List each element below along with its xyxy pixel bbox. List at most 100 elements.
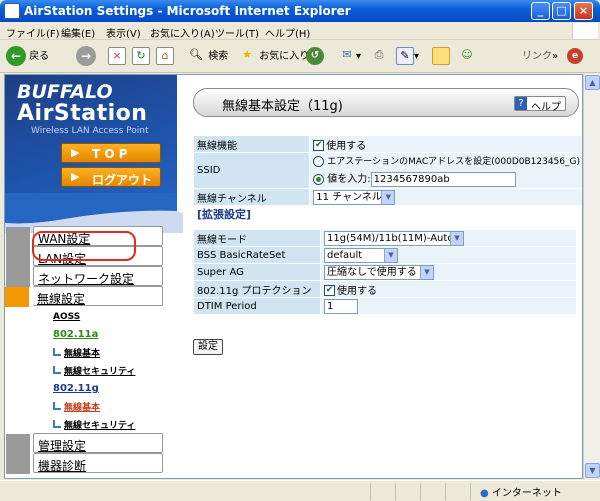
messenger-icon: ☺ (461, 48, 473, 61)
menu-marker-icon (6, 454, 30, 474)
history-icon: ↺ (306, 47, 324, 65)
window-title: AirStation Settings - Microsoft Internet… (24, 4, 351, 18)
maximize-button[interactable]: □ (552, 2, 571, 20)
logout-button[interactable]: ▶ ログアウト (61, 167, 161, 187)
messenger-button[interactable]: ☺ (458, 45, 476, 69)
forward-arrow-icon: → (76, 46, 96, 66)
wireless-func-label: 無線機能 (194, 136, 310, 152)
home-icon: ⌂ (156, 47, 174, 65)
ssid-input[interactable]: 1234567890ab (370, 171, 516, 187)
refresh-button[interactable]: ↻ (132, 45, 150, 69)
row-dtim: DTIM Period 1 (194, 298, 576, 314)
row-wireless-func: 無線機能 ✔ 使用する (194, 136, 582, 152)
superag-select[interactable]: 圧縮なしで使用する ▼ (324, 264, 434, 280)
ssid-value-radio[interactable] (313, 173, 325, 185)
menu-help[interactable]: ヘルプ(H) (265, 25, 310, 40)
back-button[interactable]: ← 戻る (6, 45, 49, 69)
stop-button[interactable]: × (108, 45, 126, 69)
ssid-label: SSID (194, 153, 310, 188)
submenu-80211a[interactable]: 802.11a (53, 329, 98, 340)
title-bar: AirStation Settings - Microsoft Internet… (0, 0, 600, 22)
menu-marker-icon (6, 267, 30, 287)
ssid-value-option: 値を入力: (327, 174, 371, 185)
channel-label: 無線チャンネル (194, 189, 310, 205)
submenu-80211g[interactable]: 802.11g (53, 383, 99, 394)
dtim-label: DTIM Period (194, 298, 320, 314)
superag-label: Super AG (194, 264, 320, 280)
set-button[interactable]: 設定 (193, 339, 223, 355)
vertical-scrollbar[interactable]: ▲ ▼ (583, 74, 600, 479)
menu-item-wireless[interactable]: 無線設定 (5, 286, 163, 307)
row-protection: 802.11g プロテクション ✔ 使用する (194, 281, 576, 297)
menu-item-admin[interactable]: 管理設定 (6, 433, 163, 454)
star-icon: ★ (242, 48, 252, 61)
channel-select[interactable]: 11 チャンネル ▼ (313, 189, 396, 205)
status-divider (370, 483, 371, 500)
extended-settings-table: 無線モード 11g(54M)/11b(11M)-Auto ▼ BSS BasicR… (193, 229, 577, 315)
menu-item-diag[interactable]: 機器診断 (6, 453, 163, 474)
status-divider (420, 483, 421, 500)
edit-button[interactable]: ✎ ▾ (396, 45, 419, 69)
close-button[interactable]: × (574, 2, 593, 20)
mail-icon: ✉ (342, 48, 352, 61)
dtim-input[interactable]: 1 (324, 298, 358, 314)
discuss-button[interactable] (432, 45, 450, 69)
highlight-circle (32, 231, 136, 261)
sidebar: BUFFALO AirStation Wireless LAN Access P… (5, 75, 183, 478)
row-ssid: SSID エアステーションのMACアドレスを設定(000D0B123456_G)… (194, 153, 582, 188)
help-button[interactable]: ? ヘルプ (514, 96, 566, 113)
protection-checkbox[interactable]: ✔ (324, 285, 335, 296)
top-button[interactable]: ▶ T O P (61, 143, 161, 163)
mode-select[interactable]: 11g(54M)/11b(11M)-Auto ▼ (324, 230, 464, 246)
menu-file[interactable]: ファイル(F) (6, 25, 60, 40)
submenu-a-basic[interactable]: 無線基本 (53, 346, 100, 359)
status-bar: ● インターネット (0, 480, 600, 501)
search-button[interactable]: 🔍︎ 検索 (187, 45, 228, 69)
submenu-g-security[interactable]: 無線セキュリティ (53, 418, 135, 431)
tree-branch-icon (53, 420, 61, 428)
submenu-aoss[interactable]: AOSS (53, 312, 80, 322)
mail-button[interactable]: ✉ ▾ (338, 45, 361, 69)
status-divider (445, 483, 446, 500)
toolbar: ← 戻る → × ↻ ⌂ 🔍︎ 検索 ★ お気に入り ↺ ✉ ▾ ⎙ ✎ ▾ ☺… (0, 41, 600, 73)
wireless-func-checkbox-label: 使用する (326, 140, 367, 152)
menu-item-network[interactable]: ネットワーク設定 (6, 266, 163, 287)
tree-branch-icon (53, 366, 61, 374)
chevron-down-icon: ▼ (450, 231, 463, 245)
toolbar-extra-button[interactable]: e (567, 45, 583, 69)
toolbar-overflow[interactable]: » (552, 45, 558, 69)
wireless-func-checkbox[interactable]: ✔ (313, 140, 325, 151)
favorites-button[interactable]: ★ お気に入り (238, 45, 309, 69)
menu-edit[interactable]: 編集(E) (61, 25, 95, 40)
print-icon: ⎙ (374, 48, 384, 61)
row-channel: 無線チャンネル 11 チャンネル ▼ (194, 189, 582, 205)
globe-icon: ● (480, 488, 489, 499)
print-button[interactable]: ⎙ (370, 45, 388, 69)
edit-icon: ✎ (396, 47, 414, 65)
protection-checkbox-label: 使用する (337, 285, 377, 297)
bss-select[interactable]: default ▼ (324, 247, 398, 263)
history-button[interactable]: ↺ (306, 45, 324, 69)
menu-bar: ファイル(F) 編集(E) 表示(V) お気に入り(A) ツール(T) ヘルプ(… (0, 22, 600, 40)
ssid-mac-radio[interactable] (313, 155, 325, 167)
home-button[interactable]: ⌂ (156, 45, 174, 69)
scroll-up-icon[interactable]: ▲ (585, 75, 600, 90)
submenu-g-basic[interactable]: 無線基本 (53, 400, 100, 413)
forward-button[interactable]: → (76, 45, 96, 69)
status-divider (395, 483, 396, 500)
windows-logo-icon (572, 23, 598, 39)
menu-favorites[interactable]: お気に入り(A) (150, 25, 215, 40)
links-label[interactable]: リンク (522, 45, 552, 69)
menu-marker-icon (6, 227, 30, 247)
buffalo-logo: BUFFALO (17, 81, 113, 103)
menu-tools[interactable]: ツール(T) (215, 25, 259, 40)
scroll-down-icon[interactable]: ▼ (585, 463, 600, 478)
mode-label: 無線モード (194, 230, 320, 246)
minimize-button[interactable]: _ (531, 2, 550, 20)
submenu-a-security[interactable]: 無線セキュリティ (53, 364, 135, 377)
page-title: 無線基本設定（11g) (222, 99, 343, 114)
airstation-logo: AirStation (17, 101, 148, 126)
bss-label: BSS BasicRateSet (194, 247, 320, 263)
menu-view[interactable]: 表示(V) (106, 25, 141, 40)
notes-icon (432, 47, 450, 65)
